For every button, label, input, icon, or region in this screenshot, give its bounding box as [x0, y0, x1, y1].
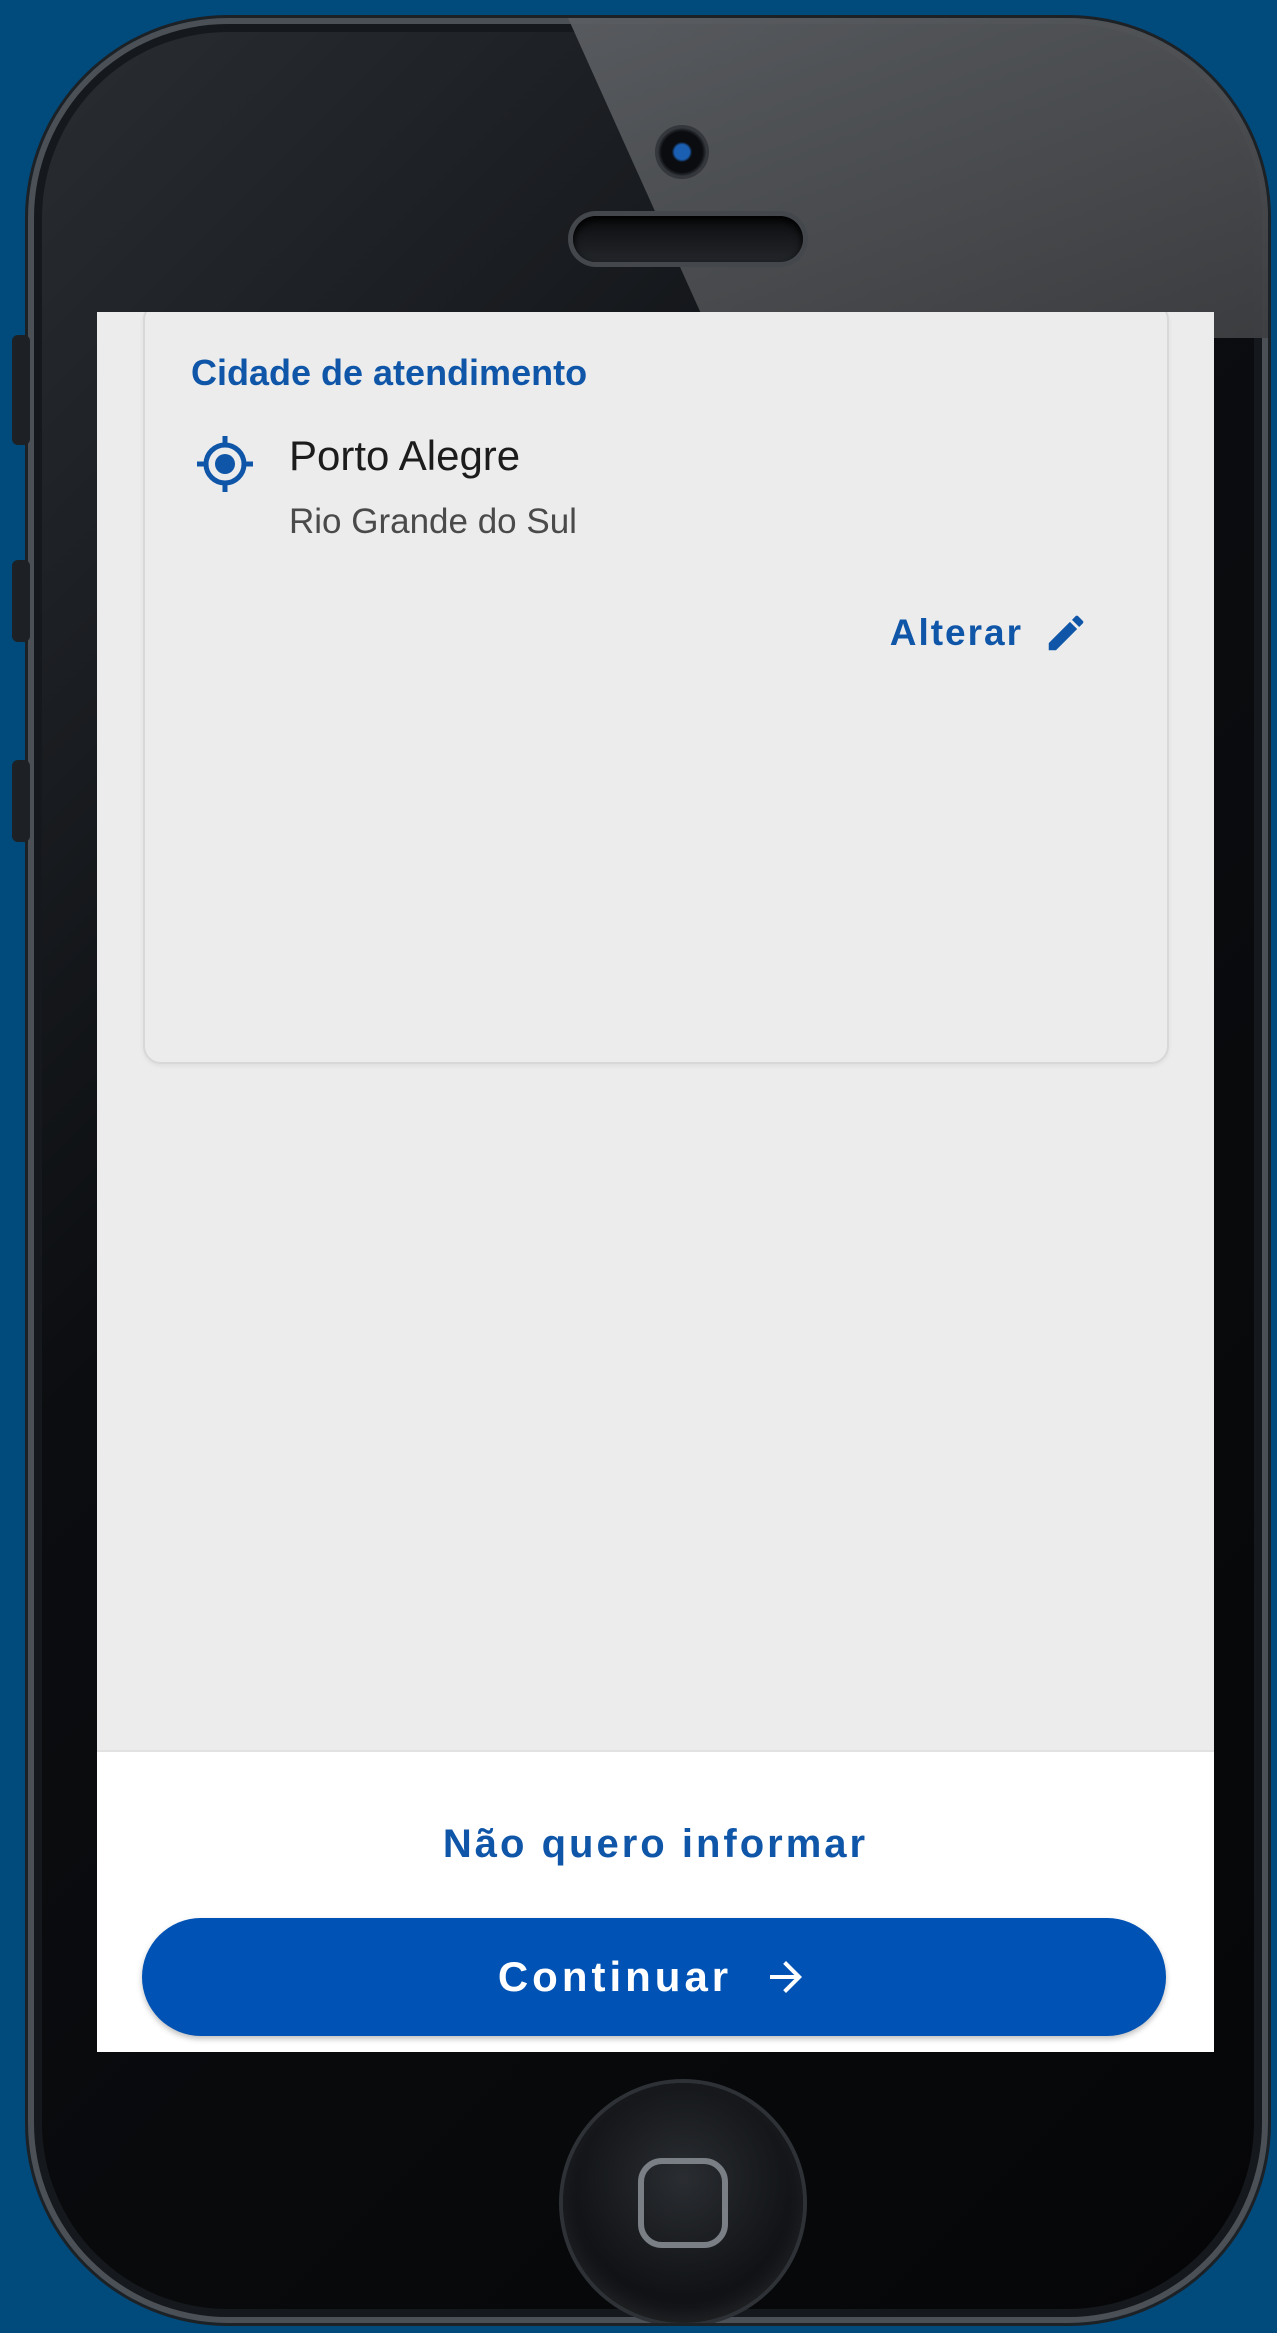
- volume-down-button: [12, 760, 30, 842]
- mute-switch: [12, 335, 30, 445]
- front-camera: [658, 128, 706, 176]
- target-location-icon: [197, 436, 253, 492]
- city-name: Porto Alegre: [289, 432, 521, 479]
- volume-up-button: [12, 560, 30, 642]
- alter-city-button[interactable]: Alterar: [890, 610, 1089, 656]
- skip-link[interactable]: Não quero informar: [97, 1822, 1214, 1867]
- bottom-action-panel: Não quero informar Continuar: [97, 1750, 1214, 2052]
- earpiece-speaker: [573, 216, 803, 262]
- arrow-right-icon: [770, 1961, 803, 1993]
- alter-label: Alterar: [889, 612, 1023, 653]
- service-city-card: Cidade de atendimento Porto Alegre Rio G…: [143, 312, 1169, 1064]
- screen-glare: [568, 18, 1268, 338]
- card-title: Cidade de atendimento: [191, 352, 588, 393]
- state-name: Rio Grande do Sul: [289, 502, 577, 541]
- continue-label: Continuar: [497, 1953, 733, 2000]
- continue-button[interactable]: Continuar: [142, 1918, 1166, 2036]
- home-square-icon: [638, 2158, 728, 2248]
- pencil-icon: [1048, 615, 1084, 651]
- home-button[interactable]: [563, 2083, 803, 2323]
- app-screen: Cidade de atendimento Porto Alegre Rio G…: [97, 312, 1214, 2052]
